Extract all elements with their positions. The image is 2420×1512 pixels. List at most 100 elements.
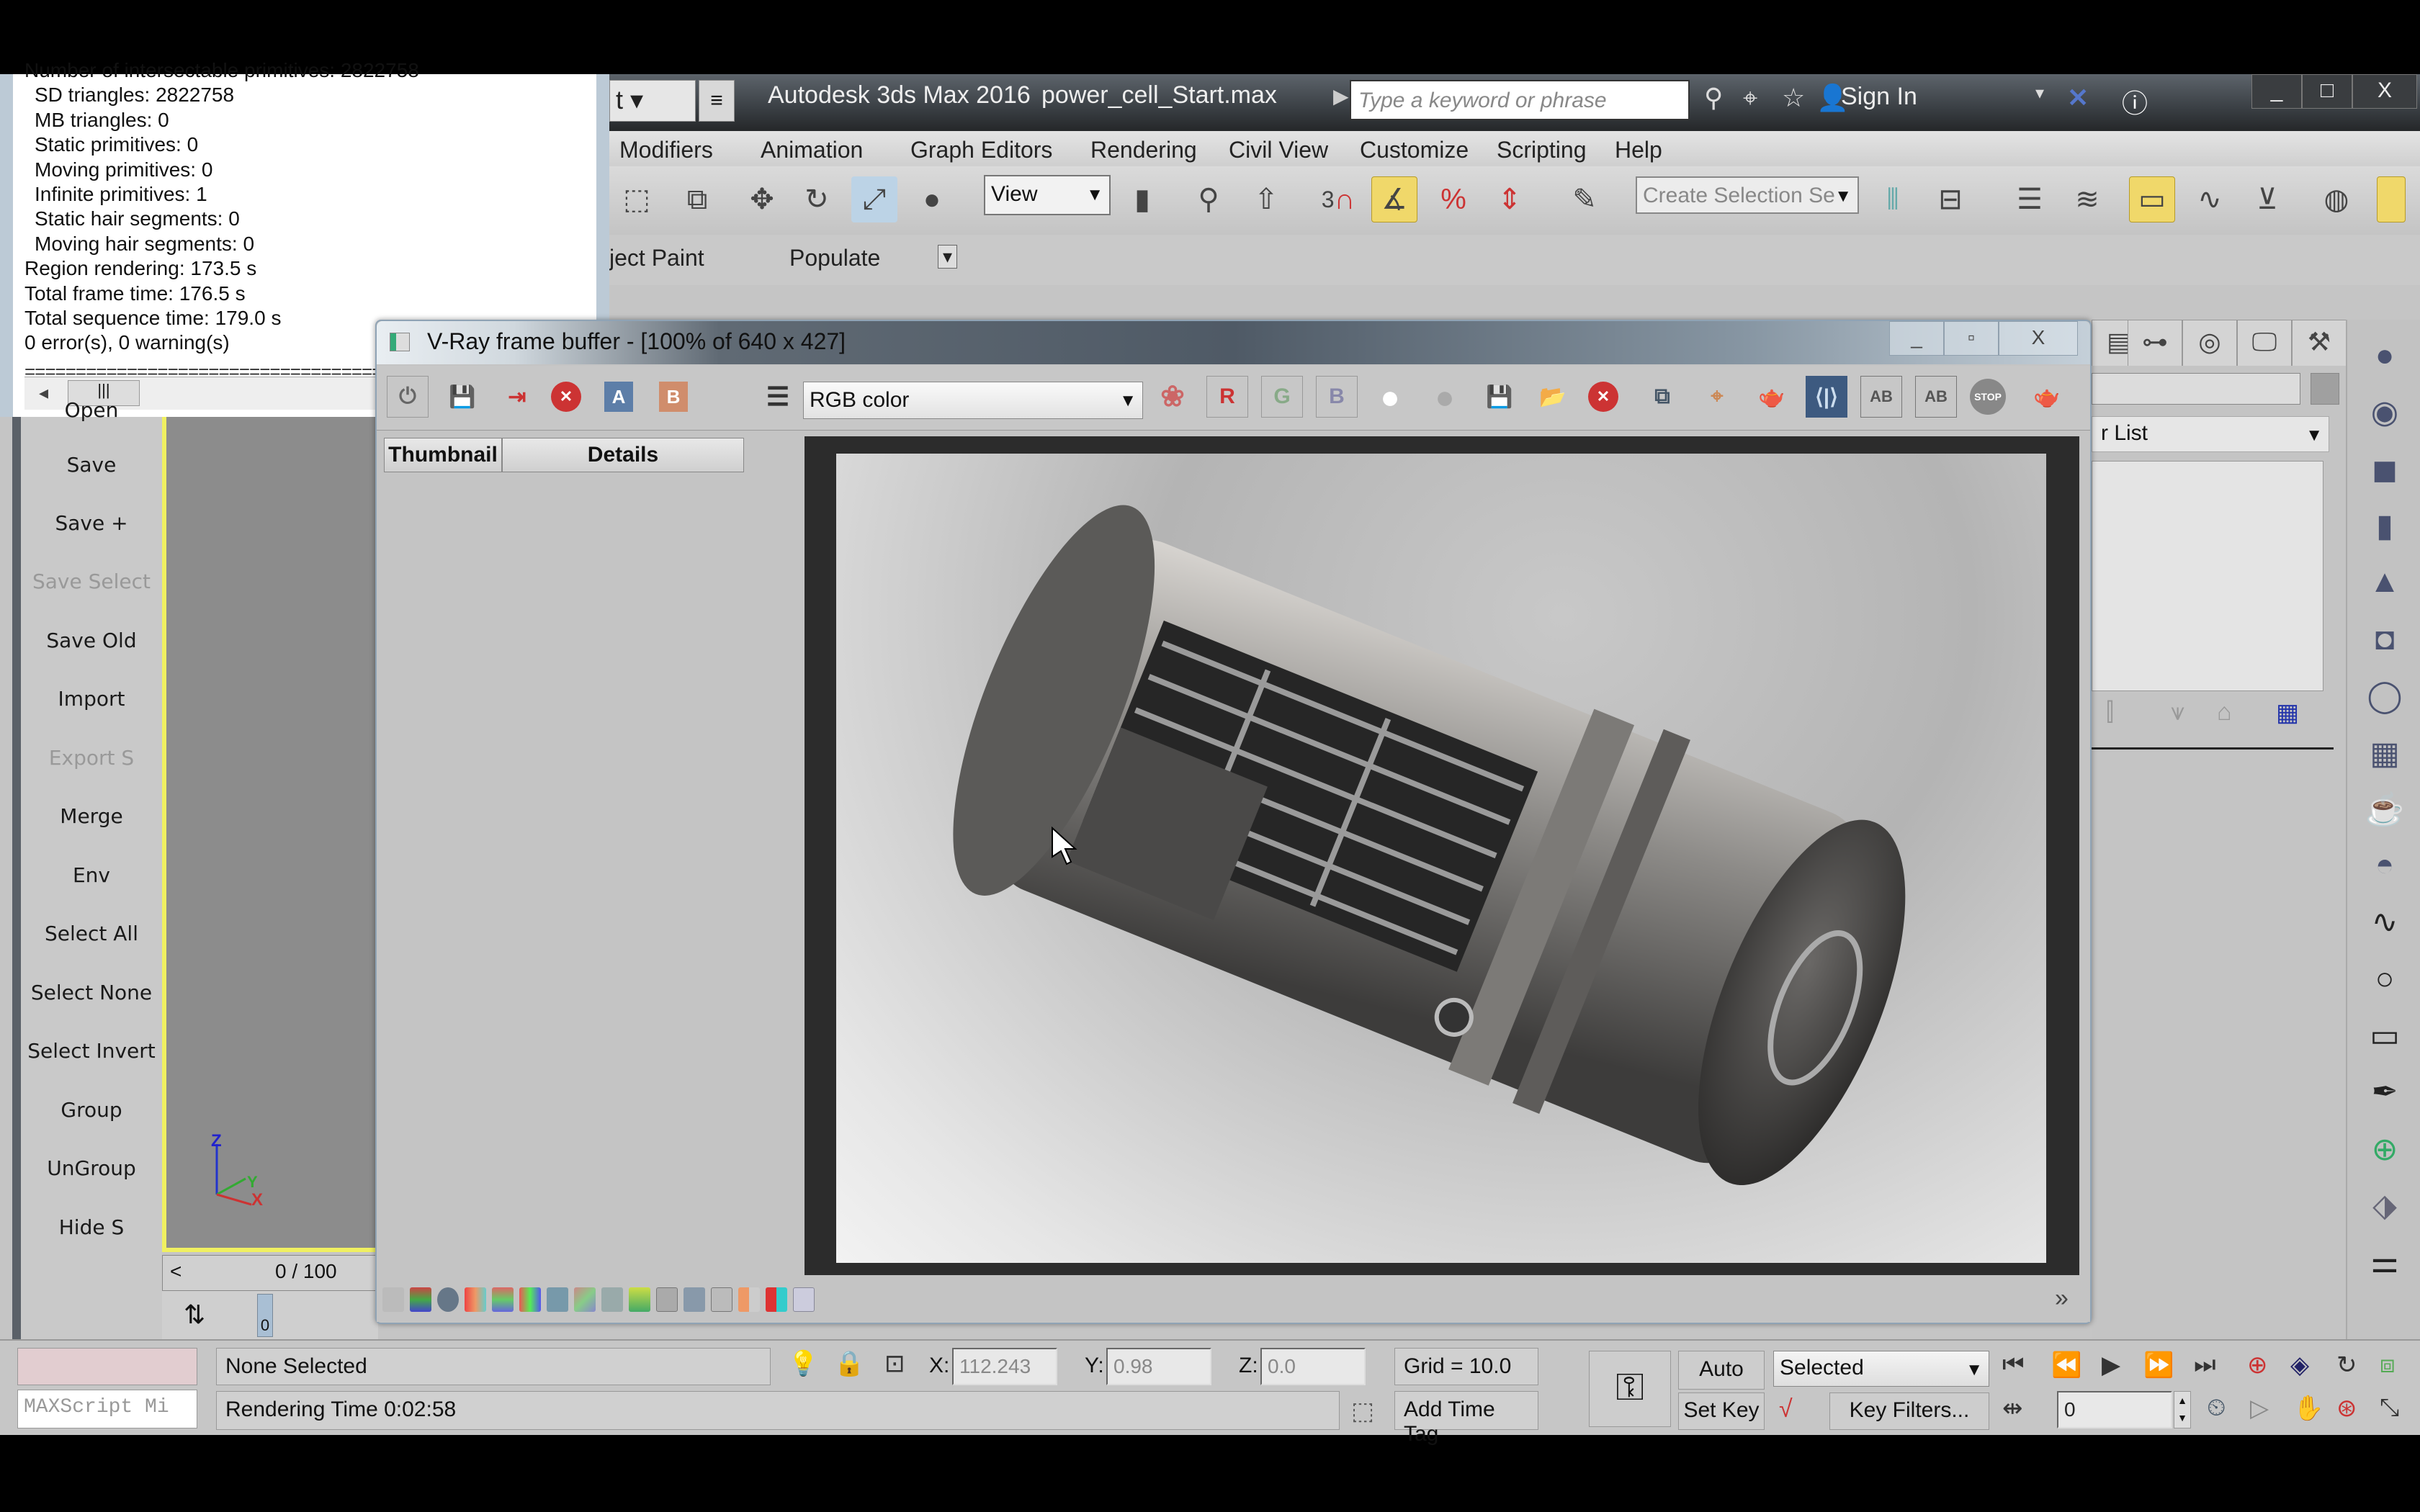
open-button[interactable]: Open	[21, 398, 162, 422]
freehand-spline-icon[interactable]: ✒	[2365, 1071, 2405, 1112]
layer-explorer-icon[interactable]: ≋	[2064, 176, 2110, 222]
torus-icon[interactable]: ◯	[2365, 675, 2405, 716]
selection-lock-icon[interactable]: 🔒	[834, 1349, 864, 1378]
levels-icon[interactable]	[519, 1287, 541, 1312]
save-image-icon[interactable]: 💾	[442, 376, 483, 418]
utilities-tab[interactable]: ⚒	[2292, 320, 2347, 366]
select-move-icon[interactable]: ✥	[739, 176, 785, 222]
pan-hand-icon[interactable]: ✋	[2293, 1394, 2323, 1423]
render-channel-dropdown[interactable]: RGB color ▼	[803, 382, 1143, 419]
search-input[interactable]: Type a keyword or phrase	[1350, 80, 1690, 120]
select-region-icon[interactable]: ⬚	[614, 176, 660, 222]
minimize-button[interactable]: _	[2251, 74, 2302, 109]
geosphere-icon[interactable]: ◉	[2365, 392, 2405, 432]
pivot-center-icon[interactable]: ▮	[1119, 176, 1165, 222]
field-of-view-icon[interactable]: ▷	[2250, 1394, 2269, 1423]
sign-in-dropdown-icon[interactable]: ▾	[2035, 83, 2044, 104]
circle-spline-icon[interactable]: ○	[2365, 959, 2405, 999]
select-all-button[interactable]: Select All	[21, 922, 162, 945]
menu-graph-editors[interactable]: Graph Editors	[910, 137, 1052, 163]
add-time-tag-button[interactable]: Add Time Tag	[1394, 1391, 1538, 1446]
display-tab[interactable]: 🖵	[2237, 320, 2292, 366]
selection-set-dropdown[interactable]: Create Selection Se ▼	[1636, 176, 1859, 214]
select-invert-button[interactable]: Select Invert	[21, 1039, 162, 1063]
key-mode-dropdown[interactable]: Selected ▼	[1773, 1351, 1989, 1387]
exposure-icon[interactable]	[465, 1287, 486, 1312]
viewport[interactable]: Z Y X	[162, 417, 378, 1252]
history-a-icon[interactable]: AB	[1860, 376, 1902, 418]
menu-rendering[interactable]: Rendering	[1090, 137, 1197, 163]
details-column-header[interactable]: Details	[502, 438, 744, 472]
sphere-icon[interactable]: ●	[2365, 336, 2405, 376]
modifier-stack[interactable]	[2092, 461, 2323, 691]
spinner-snap-icon[interactable]: ⇕	[1487, 176, 1533, 222]
orbit-icon[interactable]: ↻	[2336, 1351, 2357, 1380]
save-old-button[interactable]: Save Old	[21, 629, 162, 652]
auto-key-button[interactable]: Auto Key	[1678, 1351, 1765, 1417]
workspace-dropdown[interactable]: t ▾	[609, 80, 696, 122]
material-editor-icon[interactable]: ◍	[2313, 176, 2360, 222]
make-unique-icon[interactable]: ⌂	[2217, 698, 2232, 726]
green-channel-button[interactable]: G	[1261, 376, 1303, 418]
load-image-icon[interactable]: ⇥	[496, 376, 538, 418]
modifier-list-dropdown[interactable]: r List ▼	[2092, 416, 2329, 452]
blue-channel-button[interactable]: B	[1316, 376, 1358, 418]
render-last-icon[interactable]: 🫖	[1751, 376, 1793, 418]
percent-snap-icon[interactable]: %	[1430, 176, 1476, 222]
import-button[interactable]: Import	[21, 687, 162, 711]
render-setup-icon[interactable]	[2377, 176, 2406, 222]
object-name-field[interactable]	[2092, 373, 2300, 405]
track-mouse-icon[interactable]: ⏻	[387, 376, 429, 418]
maximize-toggle-icon[interactable]: ⤡	[2380, 1394, 2399, 1422]
isolate-selection-icon[interactable]: 💡	[788, 1349, 818, 1378]
open-folder-icon[interactable]: 📂	[1532, 376, 1574, 418]
menu-civil-view[interactable]: Civil View	[1229, 137, 1328, 163]
binoculars-icon[interactable]: ⚲	[1704, 83, 1723, 113]
align-icon[interactable]: ⊟	[1927, 176, 1973, 222]
default-tangent-icon[interactable]: √	[1779, 1395, 1793, 1423]
quick-access-customize-icon[interactable]: ≡	[699, 80, 735, 122]
menu-help[interactable]: Help	[1615, 137, 1662, 163]
snaps-toggle-icon[interactable]: 3 ∩	[1315, 176, 1361, 222]
exchange-x-icon[interactable]: ✕	[2067, 83, 2089, 113]
maximize-button[interactable]: □	[2302, 74, 2352, 109]
scene-explorer-icon[interactable]: ☰	[2007, 176, 2053, 222]
view-cube-icon[interactable]: ⬗	[2365, 1185, 2405, 1225]
expand-panel-icon[interactable]: »	[2055, 1284, 2069, 1313]
ribbon-minimize-icon[interactable]: ▾	[938, 245, 958, 269]
subscription-icon[interactable]: ⌖	[1743, 83, 1757, 114]
place-icon[interactable]: ●	[909, 176, 955, 222]
hierarchy-tab[interactable]: ⊶	[2128, 320, 2182, 366]
vfb-maximize-button[interactable]: ▫	[1944, 321, 1999, 356]
box-icon[interactable]: ◼	[2365, 449, 2405, 490]
select-scale-icon[interactable]: ⤢	[851, 176, 897, 222]
alpha-white-circle-icon[interactable]: ●	[1369, 376, 1411, 418]
toggle-ribbon-icon[interactable]: ▭	[2129, 176, 2175, 222]
y-coord-input[interactable]: 0.98	[1106, 1348, 1211, 1385]
custom-script-icon[interactable]: ⚌	[2365, 1241, 2405, 1282]
edit-named-selection-icon[interactable]: ✎	[1561, 176, 1608, 222]
h-flip-icon[interactable]	[711, 1287, 732, 1312]
env-button[interactable]: Env	[21, 863, 162, 887]
zoom-all-icon[interactable]: ◈	[2290, 1351, 2309, 1380]
render-icon[interactable]: 🫖	[2026, 376, 2068, 418]
motion-tab[interactable]: ◎	[2182, 320, 2237, 366]
monochrome-circle-icon[interactable]: ●	[1424, 376, 1466, 418]
absolute-mode-transform-icon[interactable]: ⊡	[884, 1349, 905, 1378]
line-spline-icon[interactable]: ∿	[2365, 901, 2405, 942]
hide-selected-button[interactable]: Hide S	[21, 1215, 162, 1239]
key-filters-button[interactable]: Key Filters...	[1829, 1392, 1989, 1430]
color-corrections-icon[interactable]	[410, 1287, 431, 1312]
clear-image-icon[interactable]: ✕	[551, 382, 581, 412]
z-coord-input[interactable]: 0.0	[1260, 1348, 1366, 1385]
vfb-title-bar[interactable]: V-Ray frame buffer - [100% of 640 x 427]…	[377, 321, 2090, 364]
key-mode-toggle-icon[interactable]: ⇹	[2002, 1394, 2023, 1423]
select-rotate-icon[interactable]: ↻	[794, 176, 840, 222]
vfb-close-button[interactable]: X	[1999, 321, 2078, 356]
object-color-swatch[interactable]	[2311, 373, 2339, 405]
save-selected-button[interactable]: Save Select	[21, 570, 162, 593]
merge-button[interactable]: Merge	[21, 804, 162, 828]
time-prev-button[interactable]: <	[170, 1260, 182, 1283]
vfb-minimize-button[interactable]: _	[1889, 321, 1944, 356]
tube-icon[interactable]: ◘	[2365, 619, 2405, 660]
